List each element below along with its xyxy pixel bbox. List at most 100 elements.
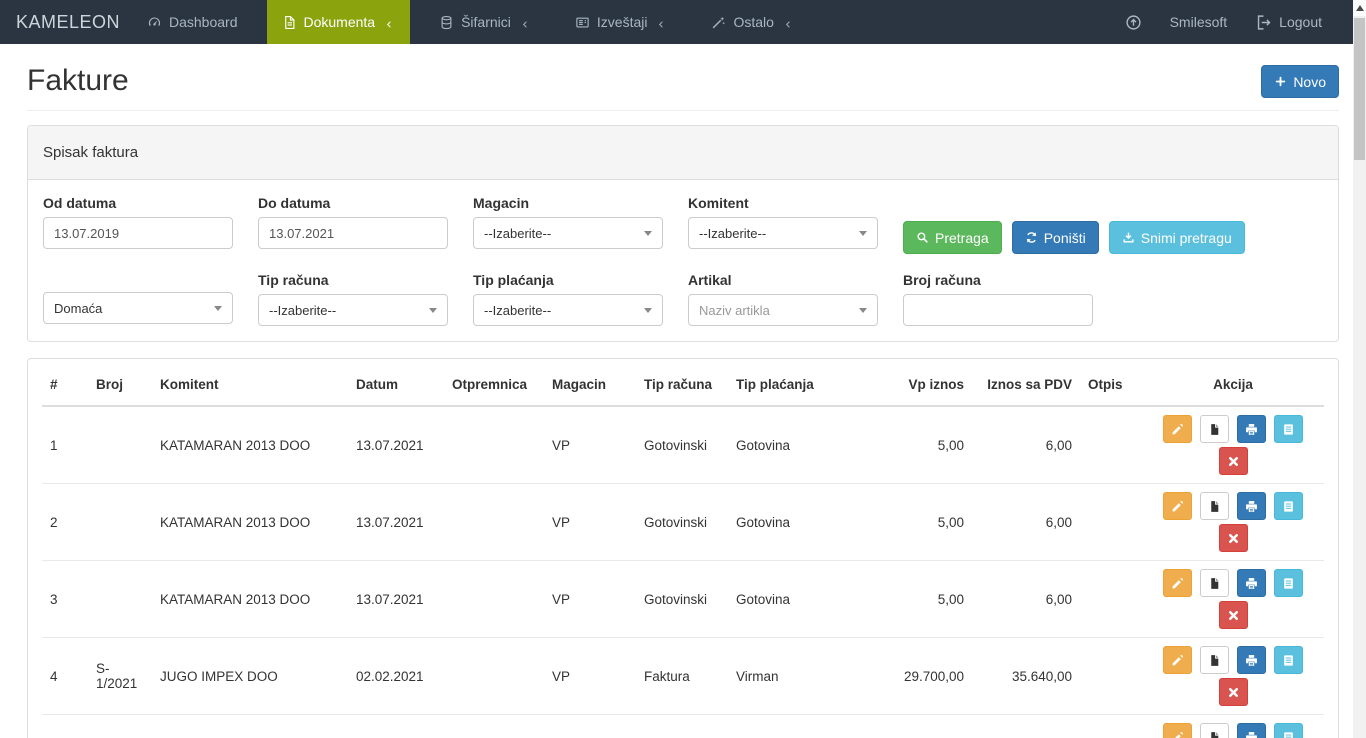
chevron-left-icon [656, 17, 667, 28]
nav-item-label: Ostalo [733, 14, 773, 30]
col-header-broj: Broj [88, 364, 152, 406]
delete-button[interactable] [1219, 447, 1248, 475]
col-header-otpremnica: Otpremnica [444, 364, 544, 406]
refresh-icon [1025, 231, 1038, 244]
cell-magacin [544, 715, 636, 738]
print-button[interactable] [1237, 569, 1266, 597]
logout-button[interactable]: Logout [1255, 14, 1322, 31]
print-button[interactable] [1237, 415, 1266, 443]
document-button[interactable] [1200, 492, 1229, 520]
print-button[interactable] [1237, 723, 1266, 738]
application-window: KAMELEON Dashboard Dokumenta Šifarnici [0, 0, 1366, 738]
document-button[interactable] [1200, 723, 1229, 738]
search-button[interactable]: Pretraga [903, 221, 1002, 254]
nav-item-dokumenta[interactable]: Dokumenta [267, 0, 411, 44]
col-header-tip-racuna: Tip računa [636, 364, 728, 406]
reports-icon [575, 15, 590, 30]
cell-vp-iznos: 29.700,00 [870, 638, 972, 715]
edit-button[interactable] [1163, 492, 1192, 520]
delete-button[interactable] [1219, 678, 1248, 706]
document-button[interactable] [1200, 415, 1229, 443]
print-button[interactable] [1237, 646, 1266, 674]
reset-button[interactable]: Poništi [1012, 221, 1099, 254]
magic-wand-icon [711, 15, 726, 30]
nav-item-label: Dashboard [169, 14, 238, 30]
cell-akcija [1142, 406, 1324, 484]
print-button[interactable] [1237, 492, 1266, 520]
magacin-select[interactable]: --Izaberite-- [473, 217, 663, 249]
od-datuma-input[interactable] [43, 217, 233, 249]
komitent-select[interactable]: --Izaberite-- [688, 217, 878, 249]
document-button[interactable] [1200, 569, 1229, 597]
invoice-button[interactable] [1274, 492, 1303, 520]
cell-otpremnica [444, 638, 544, 715]
nav-item-ostalo[interactable]: Ostalo [696, 0, 808, 44]
plus-icon [1274, 75, 1287, 88]
caret-down-icon [429, 308, 437, 313]
printer-icon [1245, 577, 1258, 590]
invoice-button[interactable] [1274, 646, 1303, 674]
top-navbar: KAMELEON Dashboard Dokumenta Šifarnici [0, 0, 1366, 44]
nav-item-izvestaji[interactable]: Izveštaji [560, 0, 683, 44]
cell-otpremnica [444, 715, 544, 738]
cell-vp-iznos: 5,00 [870, 561, 972, 638]
field-od-datuma: Od datuma [43, 195, 233, 254]
cell-broj [88, 561, 152, 638]
cell-magacin: VP [544, 484, 636, 561]
scrollbar-thumb[interactable] [1354, 18, 1365, 160]
nav-item-sifarnici[interactable]: Šifarnici [424, 0, 546, 44]
file-icon [1208, 731, 1221, 738]
brand-logo[interactable]: KAMELEON [0, 0, 118, 44]
edit-button[interactable] [1163, 415, 1192, 443]
vrsta-select[interactable]: Domaća [43, 292, 233, 324]
cell-tip-racuna: Gotovinski [636, 484, 728, 561]
broj-racuna-input[interactable] [903, 294, 1093, 326]
save-search-button[interactable]: Snimi pretragu [1109, 221, 1245, 254]
new-invoice-button[interactable]: Novo [1261, 65, 1339, 98]
field-tip-placanja: Tip plaćanja --Izaberite-- [473, 272, 663, 326]
cell-otpremnica [444, 561, 544, 638]
company-link[interactable]: Smilesoft [1170, 14, 1228, 30]
field-vrsta: Domaća [43, 272, 233, 326]
printer-icon [1245, 500, 1258, 513]
nav-item-dashboard[interactable]: Dashboard [132, 0, 253, 44]
invoice-button[interactable] [1274, 415, 1303, 443]
cell-otpis [1080, 715, 1142, 738]
close-icon [1227, 455, 1240, 468]
download-icon [1122, 231, 1135, 244]
pencil-icon [1171, 654, 1184, 667]
col-header-komitent: Komitent [152, 364, 348, 406]
document-button[interactable] [1200, 646, 1229, 674]
chevron-left-icon [520, 17, 531, 28]
main-content: Fakture Novo Spisak faktura Od datuma [0, 64, 1366, 738]
edit-button[interactable] [1163, 646, 1192, 674]
vertical-scrollbar[interactable] [1353, 0, 1366, 738]
invoice-button[interactable] [1274, 569, 1303, 597]
delete-button[interactable] [1219, 601, 1248, 629]
pencil-icon [1171, 577, 1184, 590]
scroll-up-button[interactable] [1353, 0, 1366, 16]
filter-buttons: Pretraga Poništi Snimi pre [903, 195, 1245, 254]
tip-racuna-select[interactable]: --Izaberite-- [258, 294, 448, 326]
do-datuma-label: Do datuma [258, 195, 448, 211]
cell-komitent: KATAMARAN 2013 DOO [152, 484, 348, 561]
artikal-select[interactable]: Naziv artikla [688, 294, 878, 326]
tip-placanja-select[interactable]: --Izaberite-- [473, 294, 663, 326]
invoice-list-icon [1282, 500, 1295, 513]
filter-panel-title: Spisak faktura [28, 126, 1338, 180]
document-icon [282, 15, 297, 30]
col-header-magacin: Magacin [544, 364, 636, 406]
cell-komitent: KATAMARAN 2013 DOO [152, 406, 348, 484]
cell-otpis [1080, 561, 1142, 638]
edit-button[interactable] [1163, 569, 1192, 597]
do-datuma-input[interactable] [258, 217, 448, 249]
cell-akcija [1142, 484, 1324, 561]
cell-num: 1 [42, 406, 88, 484]
col-header-otpis: Otpis [1080, 364, 1142, 406]
edit-button[interactable] [1163, 723, 1192, 738]
invoice-button[interactable] [1274, 723, 1303, 738]
arrow-circle-up-icon[interactable] [1125, 14, 1142, 31]
table-row: 1 KATAMARAN 2013 DOO 13.07.2021 VP Gotov… [42, 406, 1324, 484]
cell-iznos-sa-pdv: 6,00 [972, 561, 1080, 638]
delete-button[interactable] [1219, 524, 1248, 552]
